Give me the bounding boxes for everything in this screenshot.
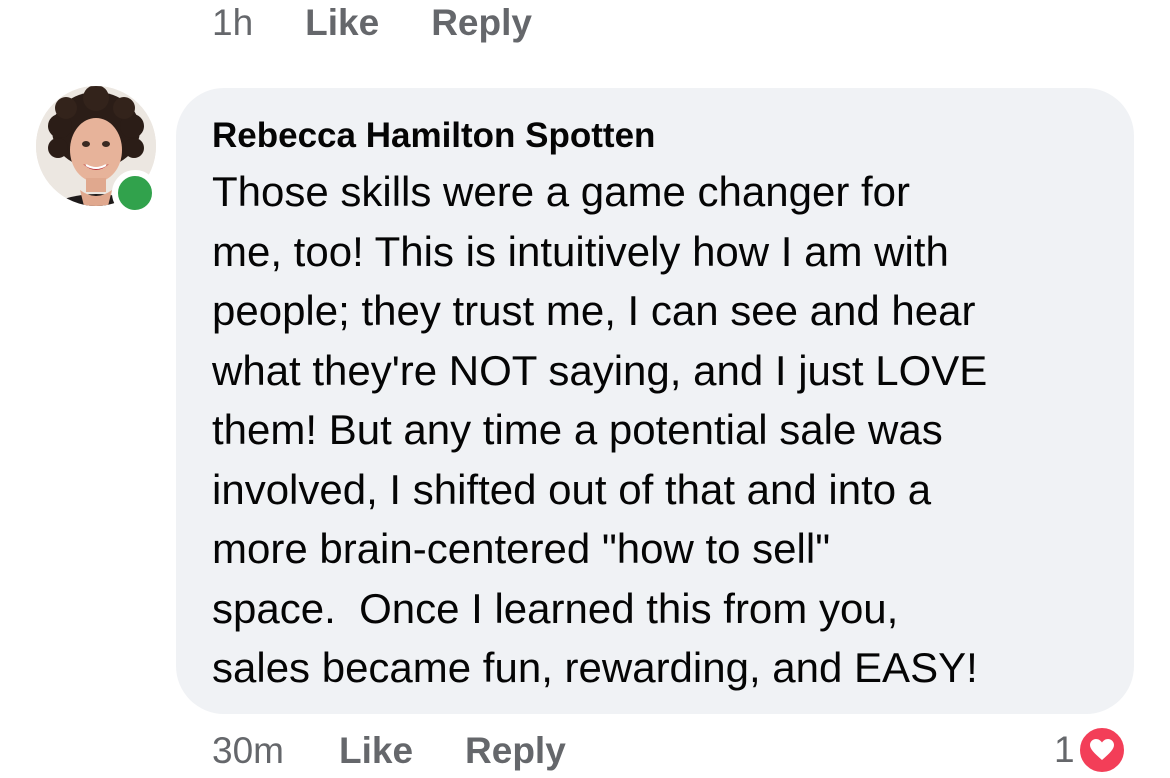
- comment-body-line: more brain-centered "how to sell": [212, 525, 831, 572]
- comment-actions: 30m Like Reply: [212, 728, 566, 774]
- comment-body-line: Those skills were a game changer for: [212, 168, 910, 215]
- comment-author-name[interactable]: Rebecca Hamilton Spotten: [212, 114, 1110, 158]
- comment-reply-button[interactable]: Reply: [465, 730, 566, 772]
- previous-comment-timestamp[interactable]: 1h: [212, 2, 253, 44]
- comment-body-line: what they're NOT saying, and I just LOVE: [212, 346, 988, 394]
- comment-body-line: them! But any time a potential sale was: [212, 406, 943, 453]
- comment-thread: 1h Like Reply Rebecca Hamilton Spotten T…: [0, 0, 1170, 778]
- comment-body-line: people; they trust me, I can see and hea…: [212, 287, 976, 334]
- comment-body-line: sales became fun, rewarding, and EASY!: [212, 644, 978, 691]
- previous-comment-actions: 1h Like Reply: [212, 0, 532, 46]
- previous-comment-reply-button[interactable]: Reply: [431, 2, 532, 44]
- comment-like-button[interactable]: Like: [339, 730, 413, 772]
- comment-body: Those skills were a game changer for me,…: [212, 162, 1110, 698]
- comment-reactions[interactable]: 1: [1054, 725, 1127, 775]
- comment-bubble[interactable]: Rebecca Hamilton Spotten Those skills we…: [176, 88, 1134, 714]
- comment-body-line: involved, I shifted out of that and into…: [212, 465, 932, 513]
- heart-glyph-icon: [1089, 739, 1114, 760]
- previous-comment-like-button[interactable]: Like: [305, 2, 379, 44]
- comment-timestamp[interactable]: 30m: [212, 730, 284, 772]
- comment-body-line: me, too! This is intuitively how I am wi…: [212, 227, 949, 275]
- online-status-indicator: [112, 170, 158, 216]
- comment-body-line: space. Once I learned this from you,: [212, 584, 899, 632]
- reaction-count[interactable]: 1: [1054, 729, 1075, 771]
- heart-icon[interactable]: [1076, 725, 1127, 775]
